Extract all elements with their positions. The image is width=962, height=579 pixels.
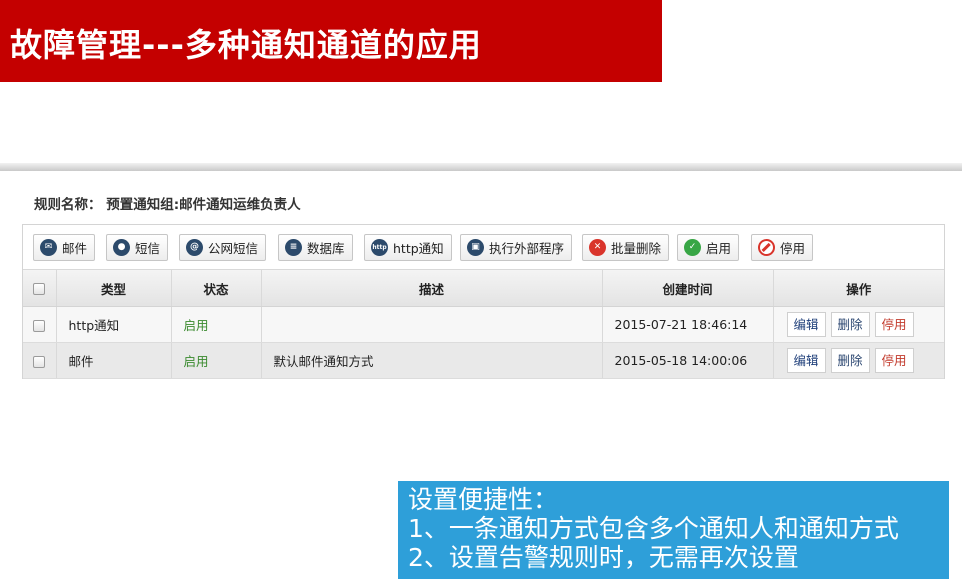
row-checkbox[interactable] [33, 319, 46, 332]
add-program-button[interactable]: ▣ 执行外部程序 [460, 234, 573, 261]
section-divider [0, 163, 962, 171]
col-created: 创建时间 [602, 269, 774, 307]
tips-callout: 设置便捷性： 1、一条通知方式包含多个通知人和通知方式 2、设置告警规则时，无需… [398, 481, 949, 579]
row-desc: 默认邮件通知方式 [261, 342, 603, 379]
col-desc: 描述 [261, 269, 603, 307]
col-status: 状态 [171, 269, 262, 307]
col-actions: 操作 [773, 269, 944, 307]
delete-button[interactable]: 删除 [830, 348, 870, 373]
chat-icon: ● [113, 239, 130, 256]
row-type: http通知 [56, 306, 172, 343]
add-http-label: http通知 [393, 241, 444, 256]
add-public-sms-label: 公网短信 [208, 241, 259, 256]
add-program-label: 执行外部程序 [489, 241, 565, 256]
disable-button[interactable]: 停用 [751, 234, 814, 261]
database-icon: ≡ [285, 239, 302, 256]
callout-heading: 设置便捷性： [408, 485, 559, 514]
stop-button[interactable]: 停用 [874, 312, 914, 337]
batch-delete-label: 批量删除 [611, 241, 662, 256]
enable-label: 启用 [706, 241, 732, 256]
col-type: 类型 [56, 269, 172, 307]
row-created: 2015-05-18 14:00:06 [602, 342, 774, 379]
rule-name-value: 预置通知组:邮件通知运维负责人 [106, 197, 301, 213]
row-desc [261, 306, 603, 343]
slide: 故障管理---多种通知通道的应用 规则名称： 预置通知组:邮件通知运维负责人 ✉… [0, 0, 962, 579]
add-mail-button[interactable]: ✉ 邮件 [33, 234, 96, 261]
rule-name: 规则名称： 预置通知组:邮件通知运维负责人 [34, 193, 301, 213]
stop-button[interactable]: 停用 [874, 348, 914, 373]
rule-name-label: 规则名称： [34, 197, 102, 213]
row-type: 邮件 [56, 342, 172, 379]
row-select-cell [23, 306, 57, 343]
table-row: 邮件 启用 默认邮件通知方式 2015-05-18 14:00:06 编辑 删除… [23, 342, 944, 379]
notification-table: 类型 状态 描述 创建时间 操作 http通知 启用 2015-07-21 18… [23, 269, 944, 379]
title-banner: 故障管理---多种通知通道的应用 [0, 0, 662, 82]
mail-icon: ✉ [40, 239, 57, 256]
table-header-row: 类型 状态 描述 创建时间 操作 [23, 269, 944, 307]
row-created: 2015-07-21 18:46:14 [602, 306, 774, 343]
add-mail-label: 邮件 [62, 241, 88, 256]
add-database-label: 数据库 [307, 241, 345, 256]
edit-button[interactable]: 编辑 [786, 348, 826, 373]
enable-button[interactable]: ✓ 启用 [677, 234, 740, 261]
add-public-sms-button[interactable]: @ 公网短信 [179, 234, 267, 261]
callout-line: 1、一条通知方式包含多个通知人和通知方式 [408, 514, 899, 543]
row-status: 启用 [171, 306, 262, 343]
add-http-button[interactable]: http http通知 [364, 234, 452, 261]
delete-button[interactable]: 删除 [830, 312, 870, 337]
row-actions: 编辑 删除 停用 [773, 342, 944, 379]
edit-button[interactable]: 编辑 [786, 312, 826, 337]
add-database-button[interactable]: ≡ 数据库 [278, 234, 353, 261]
row-actions: 编辑 删除 停用 [773, 306, 944, 343]
disable-label: 停用 [780, 241, 806, 256]
delete-icon: ✕ [589, 239, 606, 256]
slide-title: 故障管理---多种通知通道的应用 [10, 26, 482, 64]
table-row: http通知 启用 2015-07-21 18:46:14 编辑 删除 停用 [23, 306, 944, 343]
batch-delete-button[interactable]: ✕ 批量删除 [582, 234, 670, 261]
add-sms-button[interactable]: ● 短信 [106, 234, 169, 261]
row-status: 启用 [171, 342, 262, 379]
row-select-cell [23, 342, 57, 379]
public-sms-icon: @ [186, 239, 203, 256]
row-checkbox[interactable] [33, 355, 46, 368]
callout-line: 2、设置告警规则时，无需再次设置 [408, 543, 799, 572]
toolbar: ✉ 邮件 ● 短信 @ 公网短信 ≡ 数据库 http http通知 ▣ 执行外… [23, 225, 944, 269]
select-all-checkbox[interactable] [33, 283, 46, 295]
notification-panel: ✉ 邮件 ● 短信 @ 公网短信 ≡ 数据库 http http通知 ▣ 执行外… [22, 224, 945, 379]
select-all-cell [23, 269, 57, 307]
ban-icon [758, 239, 775, 256]
check-icon: ✓ [684, 239, 701, 256]
add-sms-label: 短信 [135, 241, 161, 256]
program-icon: ▣ [467, 239, 484, 256]
http-icon: http [371, 239, 388, 256]
